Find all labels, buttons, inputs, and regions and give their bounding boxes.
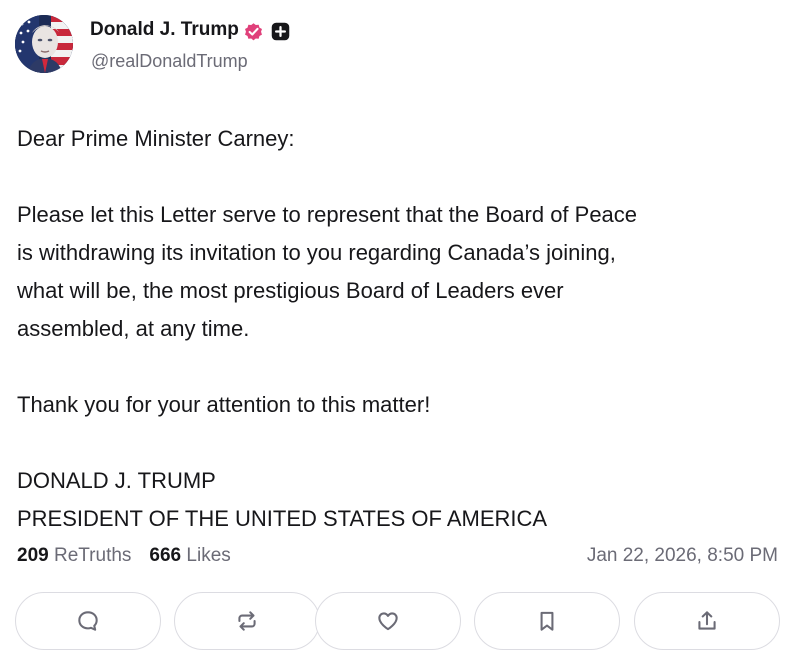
reply-button[interactable] [15, 592, 161, 650]
share-icon [698, 611, 716, 630]
badge-group [243, 21, 291, 42]
likes-stat[interactable]: 666 Likes [149, 545, 230, 567]
bookmark-icon [540, 611, 554, 631]
retruths-label: ReTruths [53, 545, 132, 566]
engagement-stats: 209 ReTruths 666 Likes [17, 545, 249, 567]
like-button[interactable] [315, 592, 461, 650]
bookmark-button[interactable] [474, 592, 620, 650]
share-button[interactable] [634, 592, 780, 650]
reply-icon [78, 611, 98, 631]
retruth-button[interactable] [174, 592, 320, 650]
flag-portrait-avatar-icon [15, 15, 73, 73]
plus-badge-icon [271, 22, 290, 41]
user-handle[interactable]: @realDonaldTrump [91, 51, 248, 72]
post-body: Dear Prime Minister Carney: Please let t… [17, 126, 638, 531]
likes-count: 666 [149, 545, 182, 566]
verified-badge-icon [245, 23, 262, 41]
likes-label: Likes [186, 545, 231, 566]
display-name[interactable]: Donald J. Trump [90, 19, 239, 41]
post-timestamp[interactable]: Jan 22, 2026, 8:50 PM [587, 545, 778, 567]
retruths-count: 209 [17, 545, 49, 566]
action-bar [15, 592, 780, 652]
retruths-stat[interactable]: 209 ReTruths [17, 545, 131, 567]
heart-icon [378, 612, 398, 631]
avatar[interactable] [15, 15, 73, 73]
retruth-icon [238, 611, 256, 631]
truth-post: Donald J. Trump @realDonaldTrump Dear Pr… [0, 0, 795, 661]
